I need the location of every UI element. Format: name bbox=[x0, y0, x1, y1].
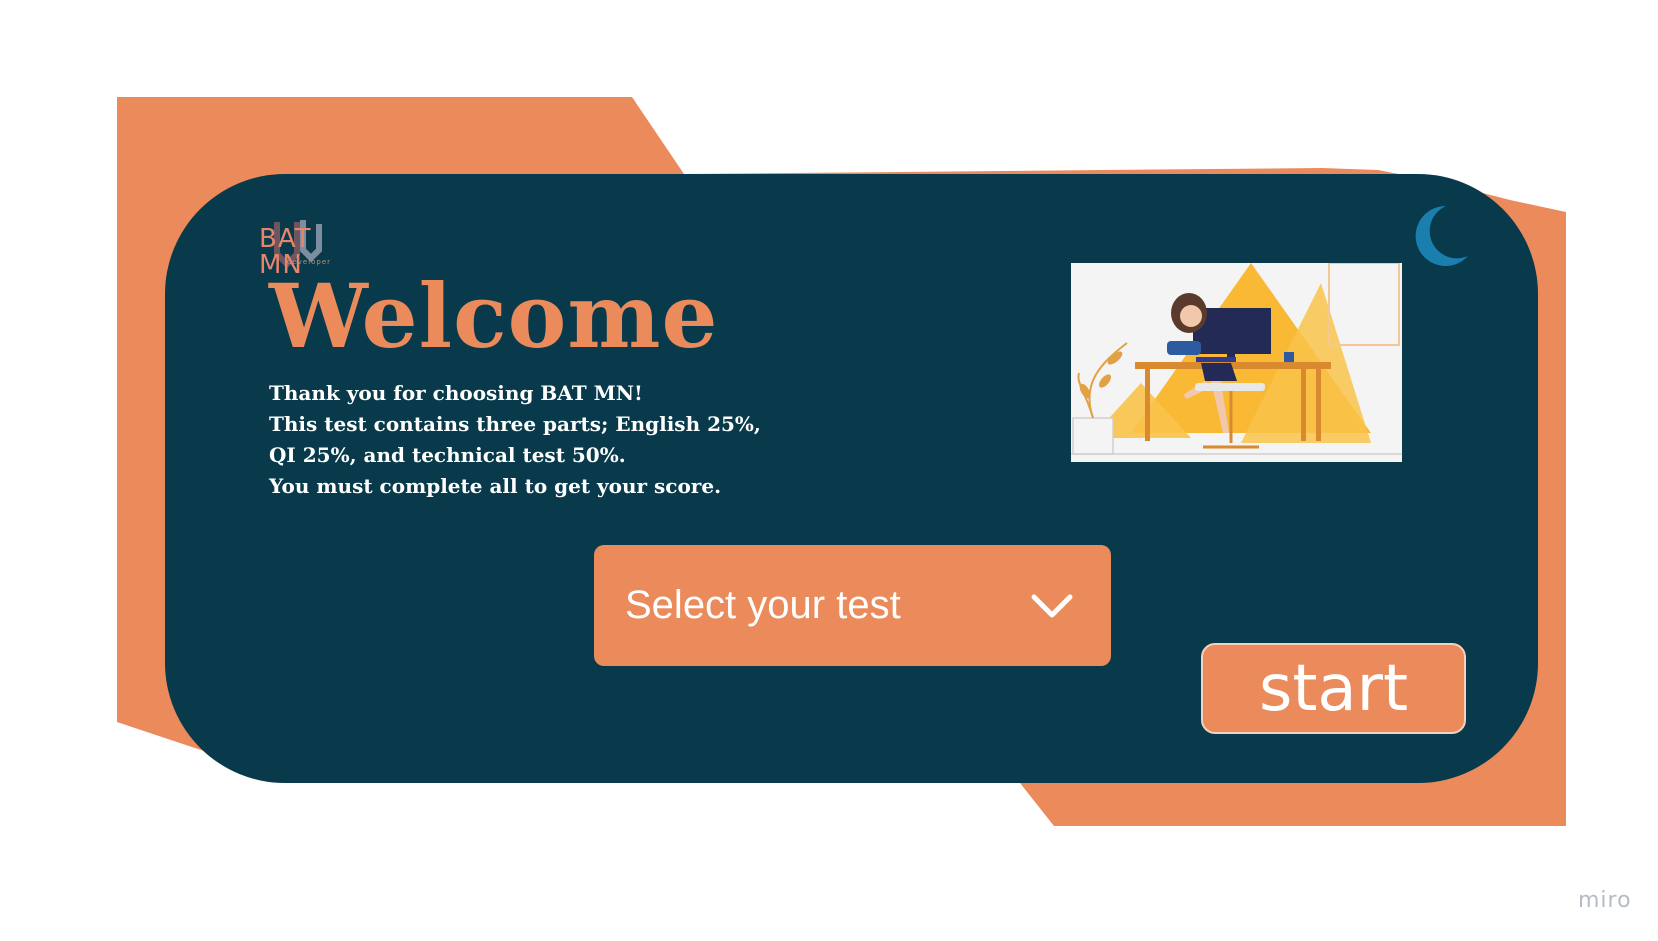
chevron-down-icon bbox=[1031, 594, 1073, 618]
intro-line: QI 25%, and technical test 50%. bbox=[269, 443, 626, 467]
intro-line: This test contains three parts; English … bbox=[269, 412, 761, 436]
intro-text: Thank you for choosing BAT MN! This test… bbox=[269, 378, 829, 502]
welcome-card: BAT MN developer Welcome Thank you for c… bbox=[165, 174, 1538, 783]
start-button[interactable]: start bbox=[1201, 643, 1466, 734]
workspace-illustration bbox=[1071, 262, 1402, 462]
moon-icon[interactable] bbox=[1410, 204, 1470, 268]
intro-line: Thank you for choosing BAT MN! bbox=[269, 381, 643, 405]
miro-watermark: miro bbox=[1578, 888, 1632, 913]
welcome-title: Welcome bbox=[269, 264, 719, 368]
intro-line: You must complete all to get your score. bbox=[269, 474, 722, 498]
test-select-placeholder: Select your test bbox=[625, 583, 901, 627]
test-select-dropdown[interactable]: Select your test bbox=[594, 545, 1111, 666]
